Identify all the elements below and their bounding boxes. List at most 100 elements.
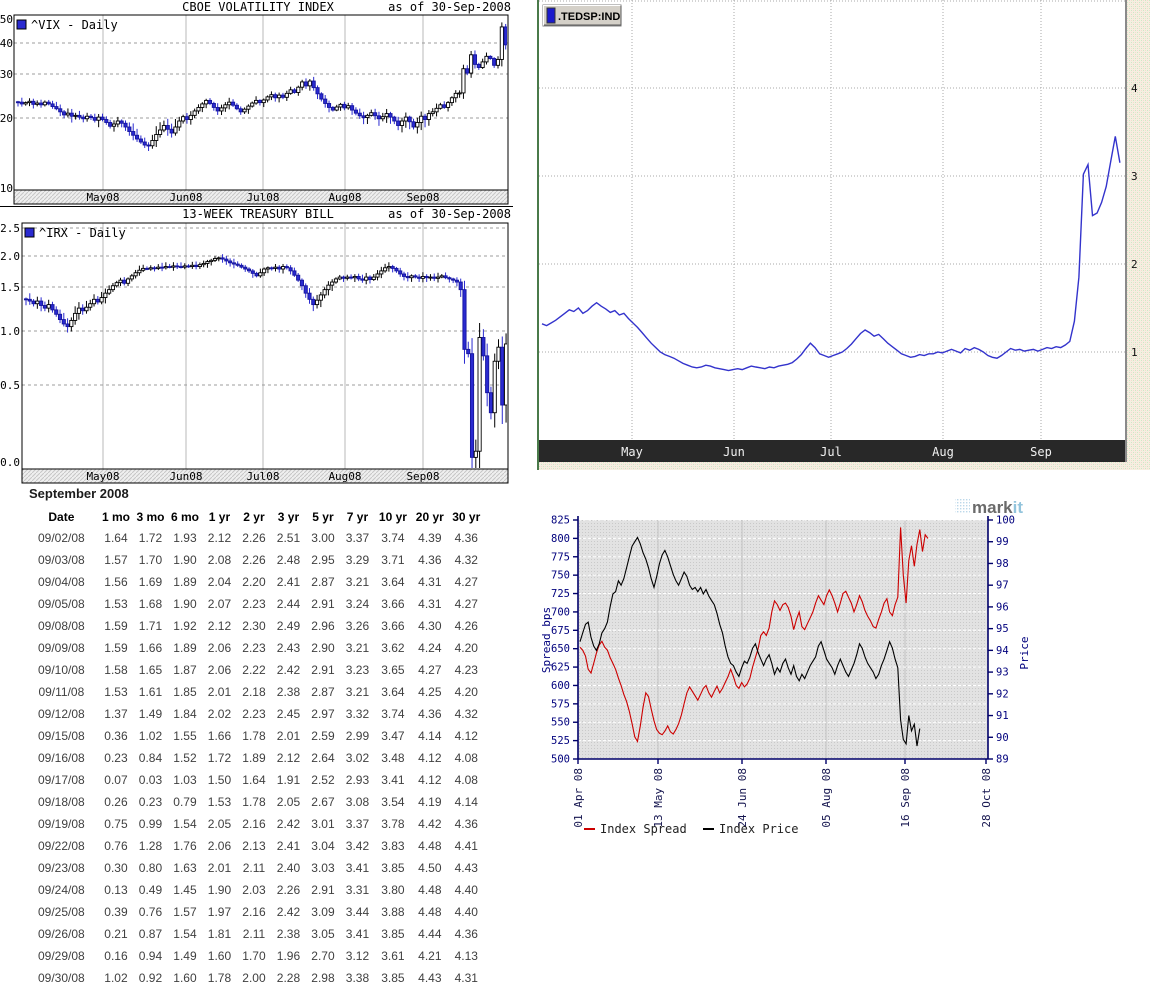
irx-title: 13-WEEK TREASURY BILL: [182, 207, 334, 221]
table-cell: 1.53: [99, 681, 134, 703]
column-header: 5 yr: [306, 506, 341, 527]
candle-body: [224, 105, 227, 108]
table-cell: 3.78: [375, 813, 411, 835]
x-tick-label: Jul08: [246, 470, 279, 483]
table-cell: 3.64: [375, 681, 411, 703]
candle-body: [195, 265, 198, 266]
candle-body: [101, 117, 104, 119]
table-cell: 09/30/08: [24, 967, 99, 989]
candle-body: [210, 260, 213, 261]
candle-body: [458, 93, 461, 94]
candle-body: [266, 97, 269, 100]
table-cell: 2.18: [237, 681, 272, 703]
candle-body: [289, 268, 292, 271]
table-cell: 3.01: [306, 813, 341, 835]
table-row: 09/26/080.210.871.541.812.112.383.053.41…: [24, 923, 484, 945]
table-cell: 09/03/08: [24, 549, 99, 571]
yield-table-title: September 2008: [29, 486, 484, 501]
table-cell: 2.87: [306, 681, 341, 703]
candle-body: [28, 299, 31, 301]
table-cell: 4.36: [411, 703, 448, 725]
table-cell: 2.95: [306, 549, 341, 571]
table-cell: 2.23: [237, 703, 272, 725]
candle-body: [28, 101, 31, 102]
candle-body: [353, 276, 356, 277]
table-cell: 4.48: [411, 901, 448, 923]
table-cell: 1.53: [202, 791, 237, 813]
candle-body: [254, 100, 257, 103]
candle-body: [429, 277, 432, 278]
table-cell: 3.23: [340, 659, 375, 681]
table-cell: 1.69: [133, 571, 168, 593]
y-tick-label: 1.0: [0, 325, 20, 338]
x-tick-label: Jul08: [246, 191, 279, 204]
candle-body: [132, 132, 135, 136]
table-cell: 4.36: [449, 923, 485, 945]
candle-body: [32, 101, 35, 104]
candle-body: [504, 344, 507, 405]
table-cell: 2.23: [237, 637, 272, 659]
table-cell: 2.13: [237, 835, 272, 857]
candle-body: [112, 124, 115, 126]
candle-body: [228, 102, 231, 105]
table-cell: 3.02: [340, 747, 375, 769]
table-cell: 2.22: [237, 659, 272, 681]
table-cell: 1.76: [168, 835, 203, 857]
candle-body: [324, 99, 327, 103]
right-tick-label: 98: [996, 558, 1009, 570]
candle-body: [470, 354, 473, 458]
candle-body: [183, 266, 186, 267]
candle-body: [198, 265, 201, 267]
candle-body: [500, 27, 503, 60]
table-row: 09/18/080.260.230.791.531.782.052.673.08…: [24, 791, 484, 813]
table-cell: 3.44: [340, 901, 375, 923]
irx-plot-area: 2.52.01.51.00.50.0May08Jun08Jul08Aug08Se…: [0, 222, 508, 483]
candle-body: [170, 129, 173, 133]
candle-body: [297, 87, 300, 92]
table-cell: 3.85: [375, 923, 411, 945]
table-cell: 4.27: [411, 659, 448, 681]
ted-chart: 4321 MayJunJulAugSep .TEDSP:IND: [537, 0, 1150, 470]
table-row: 09/02/081.641.721.932.122.262.513.003.37…: [24, 527, 484, 549]
table-cell: 2.01: [202, 681, 237, 703]
table-row: 09/08/081.591.711.922.122.302.492.963.26…: [24, 615, 484, 637]
table-cell: 1.70: [133, 549, 168, 571]
candle-body: [285, 267, 288, 268]
table-cell: 2.52: [306, 769, 341, 791]
candle-body: [474, 451, 477, 457]
table-cell: 1.58: [99, 659, 134, 681]
right-tick-label: 92: [996, 688, 1009, 700]
candle-body: [312, 299, 315, 304]
candle-body: [220, 108, 223, 111]
candle-body: [334, 279, 337, 282]
candle-body: [231, 102, 234, 105]
ted-plot-bg: [539, 0, 1125, 440]
candle-body: [138, 270, 141, 272]
candle-body: [96, 299, 99, 302]
candle-body: [43, 305, 46, 308]
table-row: 09/30/081.020.921.601.782.002.282.983.38…: [24, 967, 484, 989]
x-tick-label: Jul: [820, 445, 842, 459]
table-cell: 1.60: [202, 945, 237, 967]
table-cell: 2.49: [271, 615, 306, 637]
table-cell: 1.71: [133, 615, 168, 637]
table-cell: 3.21: [340, 681, 375, 703]
table-cell: 2.01: [202, 857, 237, 879]
candle-body: [149, 268, 152, 269]
left-tick-label: 725: [551, 588, 570, 600]
table-cell: 4.36: [411, 549, 448, 571]
table-cell: 2.28: [271, 967, 306, 989]
table-cell: 1.63: [168, 857, 203, 879]
table-cell: 09/17/08: [24, 769, 99, 791]
table-cell: 3.08: [340, 791, 375, 813]
ted-symbol-button[interactable]: .TEDSP:IND: [543, 5, 621, 26]
candle-body: [153, 268, 156, 269]
candle-body: [406, 276, 409, 277]
right-tick-label: 93: [996, 667, 1009, 679]
date-tick-label: 05 Aug 08: [820, 768, 833, 828]
candle-body: [274, 95, 277, 98]
irx-chart: 13-WEEK TREASURY BILL as of 30-Sep-2008 …: [0, 205, 513, 486]
candle-body: [66, 113, 69, 115]
candle-body: [493, 59, 496, 66]
candle-body: [212, 103, 215, 107]
